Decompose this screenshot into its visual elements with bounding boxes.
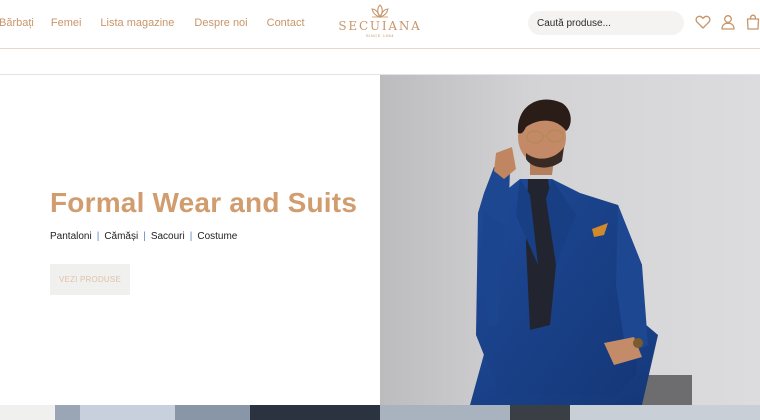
category-link-sacouri[interactable]: Sacouri <box>151 231 185 242</box>
brand-logo[interactable]: SECUIANA SINCE 1964 <box>338 4 422 46</box>
search-box <box>528 11 684 35</box>
hero-text-panel: Formal Wear and Suits Pantaloni | Cămăși | S… <box>0 75 380 405</box>
category-separator: | <box>96 231 100 242</box>
heart-icon <box>695 15 711 29</box>
cart-button[interactable] <box>745 14 760 30</box>
model-in-suit-image <box>470 99 692 405</box>
brand-since: SINCE 1964 <box>365 33 395 38</box>
secondary-bar <box>0 49 760 75</box>
lotus-icon <box>371 4 389 18</box>
nav-item-femei[interactable]: Femei <box>51 16 82 30</box>
view-products-button[interactable]: VEZI PRODUSE <box>50 264 130 295</box>
banner-preview-image <box>0 405 760 420</box>
hero-category-links: Pantaloni | Cămăși | Sacouri | Costume <box>50 231 237 242</box>
category-link-costume[interactable]: Costume <box>197 231 237 242</box>
hero-title: Formal Wear and Suits <box>50 187 358 218</box>
site-header: Bărbați Femei Lista magazine Despre noi … <box>0 0 760 49</box>
category-separator: | <box>143 231 146 242</box>
bag-icon <box>746 14 760 30</box>
category-link-pantaloni[interactable]: Pantaloni <box>50 231 92 242</box>
nav-item-despre-noi[interactable]: Despre noi <box>194 16 247 30</box>
brand-name: SECUIANA <box>338 19 422 33</box>
nav-item-contact[interactable]: Contact <box>267 16 305 30</box>
user-icon <box>721 15 735 30</box>
wishlist-button[interactable] <box>695 14 711 30</box>
search-input[interactable] <box>537 11 677 35</box>
nav-item-barbati[interactable]: Bărbați <box>0 16 34 30</box>
category-link-camasi[interactable]: Cămăși <box>104 231 138 242</box>
hero-photo <box>380 75 760 405</box>
nav-item-lista-magazine[interactable]: Lista magazine <box>100 16 174 30</box>
hero-banner: Formal Wear and Suits Pantaloni | Cămăși | S… <box>0 75 760 405</box>
next-banner-preview <box>0 405 760 420</box>
main-nav: Bărbați Femei Lista magazine Despre noi … <box>0 16 305 30</box>
account-button[interactable] <box>720 14 736 30</box>
category-separator: | <box>189 231 193 242</box>
